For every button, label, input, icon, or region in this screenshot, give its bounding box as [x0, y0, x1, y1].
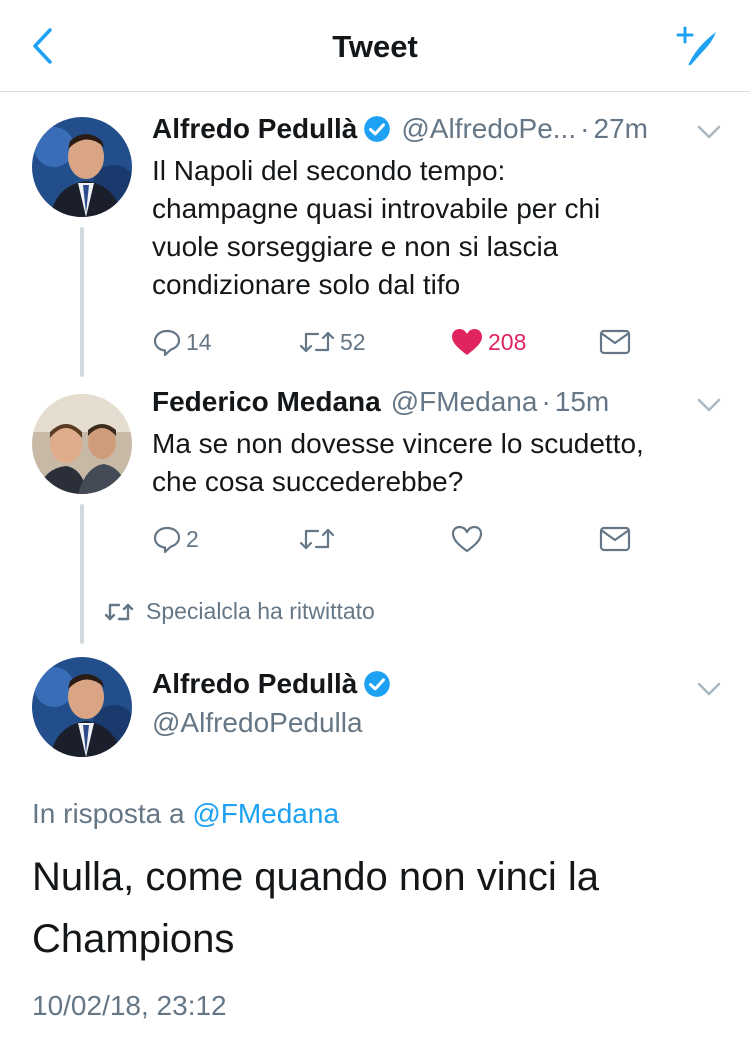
tweet-text-line: Champions — [32, 917, 235, 961]
thread-connector — [80, 504, 84, 644]
reply-count: 14 — [186, 328, 212, 355]
author-name[interactable]: Federico Medana — [152, 386, 381, 418]
author-handle[interactable]: @FMedana — [391, 386, 538, 418]
tweet-text: Ma se non dovesse vincere lo scudetto, c… — [152, 425, 722, 501]
caret-down-icon[interactable] — [696, 396, 722, 414]
like-button[interactable]: 208 — [450, 324, 526, 360]
avatar[interactable] — [32, 394, 132, 494]
direct-message-button[interactable] — [598, 521, 632, 557]
author-name[interactable]: Alfredo Pedullà — [152, 113, 357, 145]
author-name[interactable]: Alfredo Pedullà — [152, 668, 357, 700]
tweet-header: Federico Medana @FMedana · 15m — [152, 386, 609, 418]
like-button[interactable] — [450, 521, 484, 557]
reply-button[interactable]: 14 — [152, 324, 212, 360]
retweet-icon — [104, 603, 134, 620]
reply-icon — [153, 526, 181, 554]
reply-context-handle[interactable]: @FMedana — [192, 798, 339, 829]
tweet-timestamp: 10/02/18, 23:12 — [32, 990, 227, 1021]
separator-dot: · — [541, 386, 551, 417]
like-count: 208 — [488, 328, 527, 355]
tweet-text-line: condizionare solo dal tifo — [152, 269, 461, 300]
tweet-text-line: Ma se non dovesse vincere lo scudetto, — [152, 428, 644, 459]
tweet-text-line: champagne quasi introvabile per chi — [152, 193, 601, 224]
tweet-time: 15m — [554, 386, 610, 417]
tweet-actions: 14 52 208 — [152, 324, 652, 360]
direct-message-icon — [599, 329, 631, 355]
retweet-context-label: Specialcla ha ritwittato — [146, 598, 375, 624]
avatar-photo — [32, 117, 132, 217]
reply-count: 2 — [186, 525, 199, 552]
thread-connector — [80, 227, 84, 377]
main-tweet-author: Alfredo Pedullà — [152, 668, 391, 700]
tweet-header: Alfredo Pedullà @AlfredoPe... · 27m — [152, 113, 648, 145]
compose-tweet-icon[interactable] — [672, 22, 722, 72]
reply-icon — [153, 329, 181, 357]
author-handle[interactable]: @AlfredoPedulla — [152, 707, 363, 739]
top-navigation-bar: Tweet — [0, 0, 750, 92]
caret-down-icon[interactable] — [696, 123, 722, 141]
direct-message-button[interactable] — [598, 324, 632, 360]
tweet-text-line: Nulla, come quando non vinci la — [32, 855, 600, 899]
avatar-photo — [32, 657, 132, 757]
avatar[interactable] — [32, 657, 132, 757]
separator-dot: · — [580, 113, 590, 144]
caret-down-icon[interactable] — [696, 680, 722, 698]
avatar[interactable] — [32, 117, 132, 217]
heart-icon — [451, 525, 483, 553]
reply-button[interactable]: 2 — [152, 521, 199, 557]
author-handle[interactable]: @AlfredoPe... — [401, 113, 576, 145]
main-tweet-text: Nulla, come quando non vinci la Champion… — [32, 846, 722, 970]
tweet-actions: 2 — [152, 521, 652, 557]
retweet-button[interactable] — [298, 521, 336, 557]
reply-context: In risposta a @FMedana — [32, 798, 339, 830]
verified-badge-icon — [364, 671, 391, 697]
avatar-photo — [32, 394, 132, 494]
tweet-time: 27m — [593, 113, 648, 144]
retweet-context[interactable]: Specialcla ha ritwittato — [104, 598, 375, 625]
reply-context-prefix: In risposta a — [32, 798, 185, 829]
tweet-text-line: che cosa succederebbe? — [152, 466, 464, 497]
verified-badge-icon — [364, 116, 391, 142]
tweet-text-line: Il Napoli del secondo tempo: — [152, 155, 506, 186]
direct-message-icon — [599, 526, 631, 552]
tweet-text-line: vuole sorseggiare e non si lascia — [152, 231, 559, 262]
retweet-button[interactable]: 52 — [298, 324, 366, 360]
tweet-text: Il Napoli del secondo tempo: champagne q… — [152, 152, 722, 304]
retweet-icon — [299, 528, 335, 550]
retweet-icon — [299, 331, 335, 353]
heart-icon — [452, 329, 482, 355]
page-title: Tweet — [332, 29, 418, 64]
retweet-count: 52 — [340, 328, 366, 355]
